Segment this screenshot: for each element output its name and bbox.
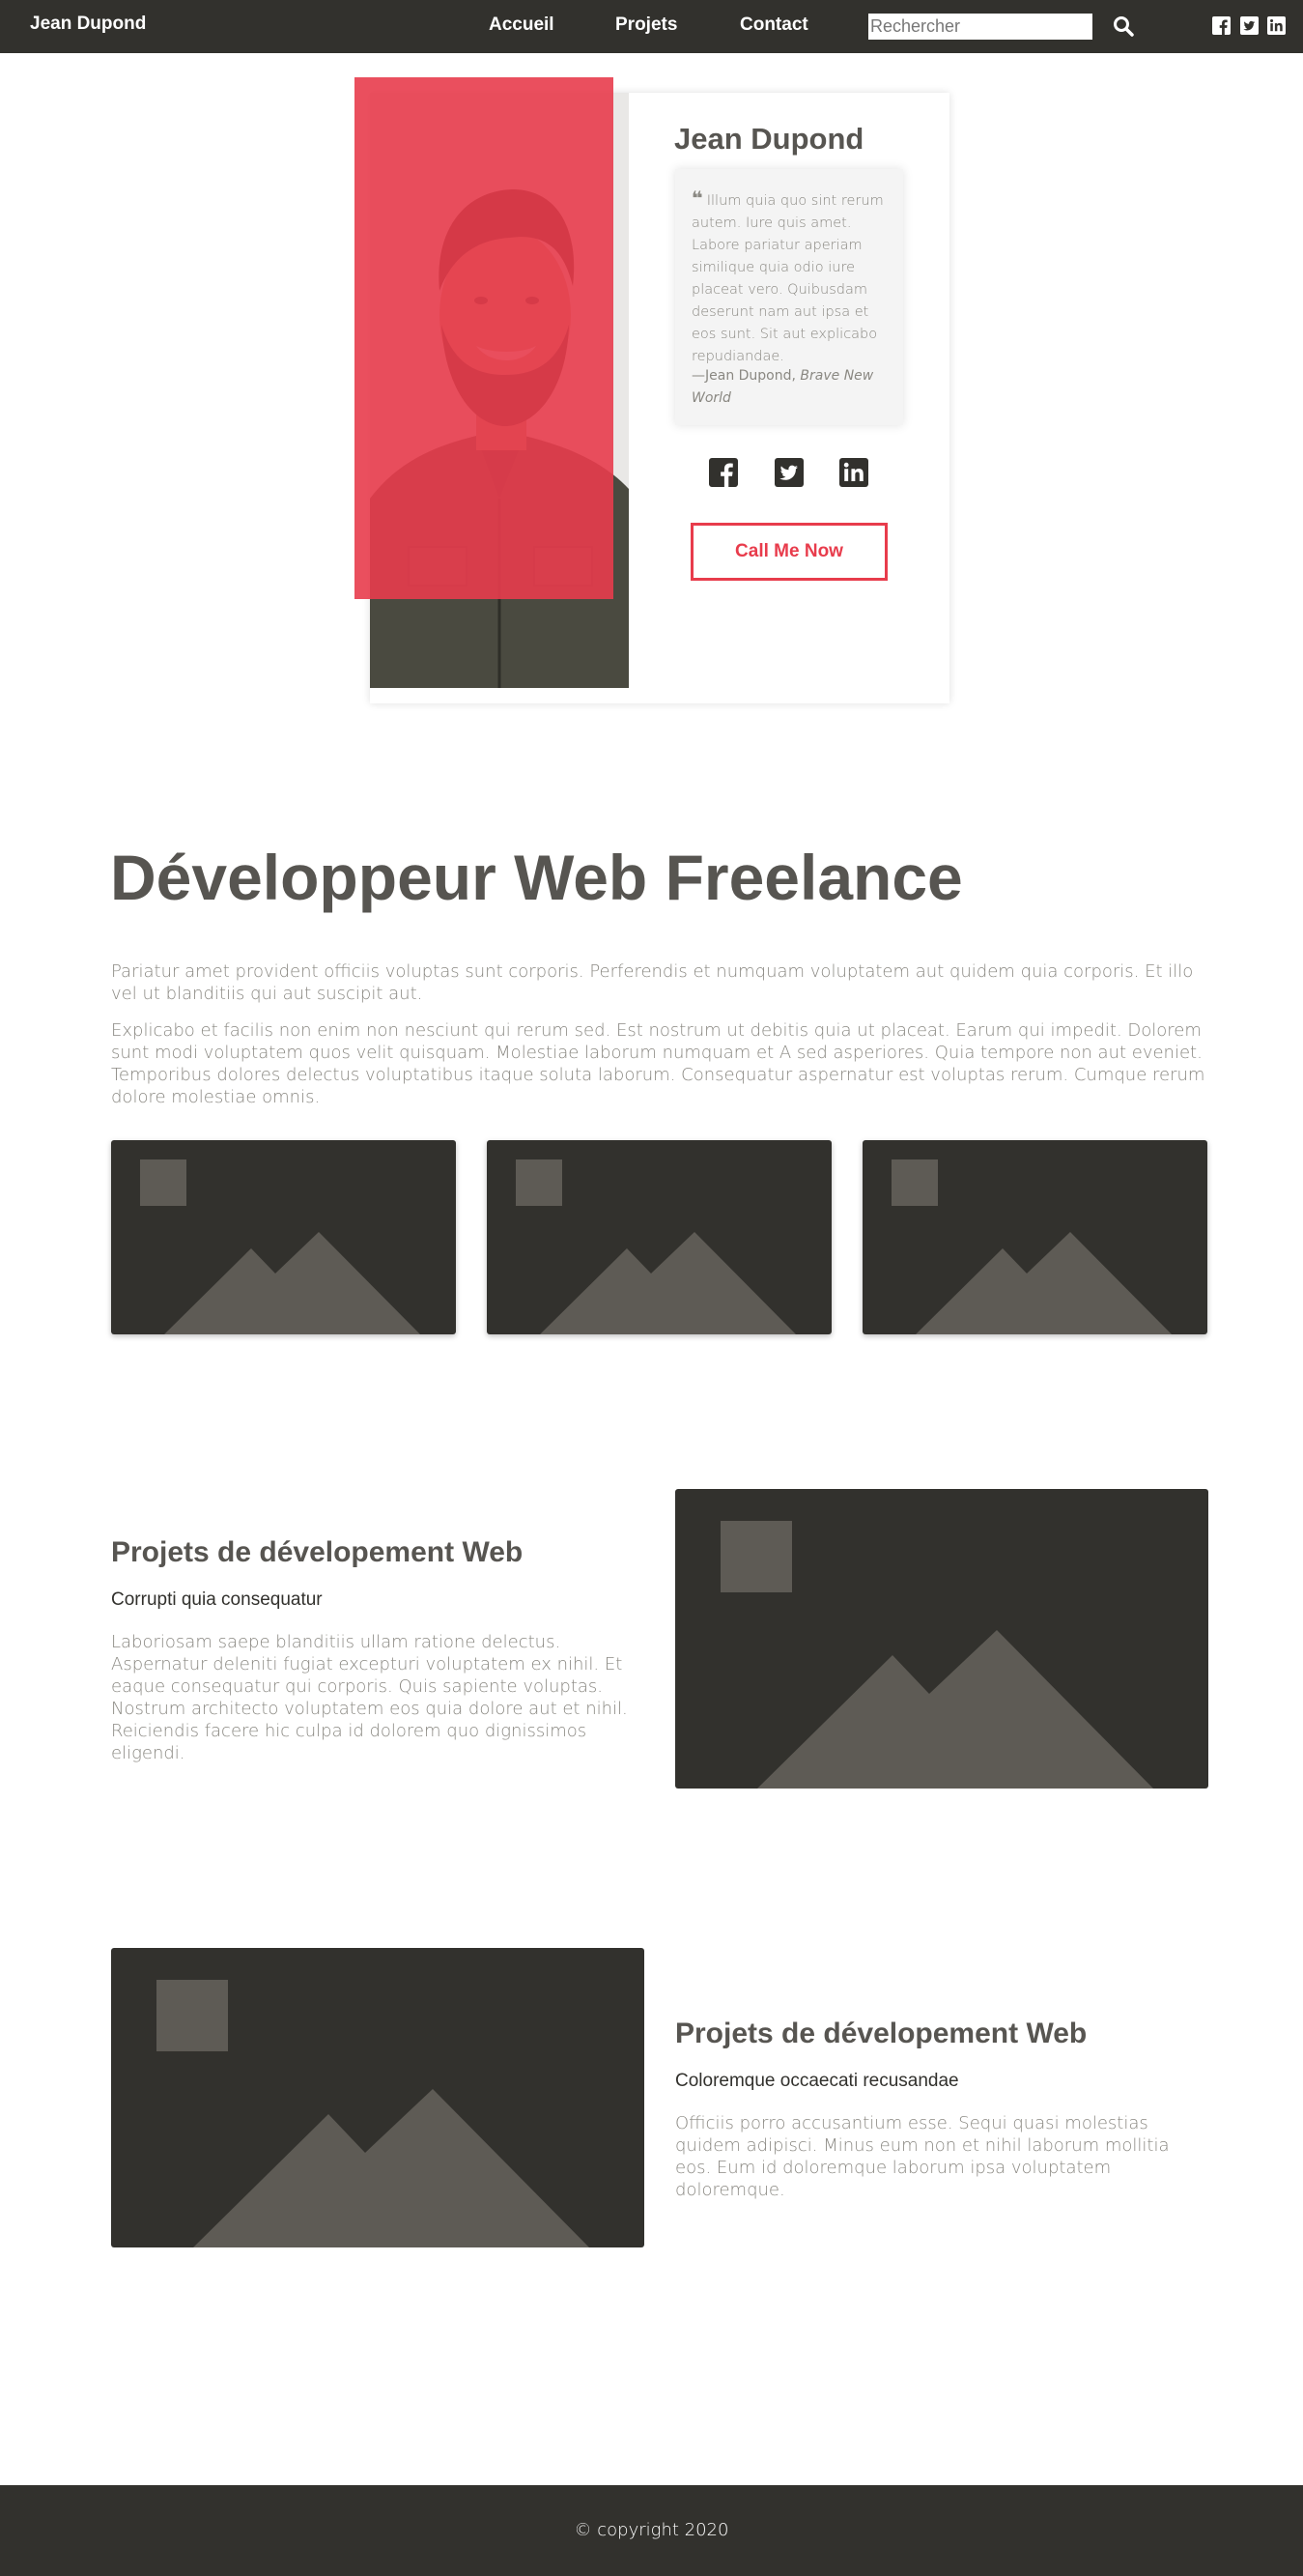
project-2-title: Projets de dévelopement Web xyxy=(675,2018,1088,2049)
project-2-text: Officiis porro accusantium esse. Sequi q… xyxy=(675,2113,1170,2200)
profile-name: Jean Dupond xyxy=(674,122,864,156)
linkedin-icon[interactable] xyxy=(1267,16,1286,35)
copyright-text: © copyright 2020 xyxy=(574,2520,729,2540)
quote-text: ❝ Illum quia quo sint rerum autem. Iure q… xyxy=(692,187,891,368)
project-1-image[interactable] xyxy=(675,1489,1208,1789)
facebook-icon[interactable] xyxy=(709,458,738,487)
intro-paragraph-1: Pariatur amet provident officiis volupta… xyxy=(111,961,1194,1004)
project-2-subtitle: Coloremque occaecati recusandae xyxy=(675,2071,959,2091)
nav-link-contact[interactable]: Contact xyxy=(740,14,808,36)
quote-author-name: —Jean Dupond, xyxy=(692,368,796,384)
intro-paragraph-2: Explicabo et facilis non enim non nesciu… xyxy=(111,1020,1205,1107)
nav-link-accueil[interactable]: Accueil xyxy=(489,14,554,36)
quote-icon: ❝ xyxy=(692,186,703,210)
quote-author: —Jean Dupond, Brave New World xyxy=(692,365,891,410)
search-input[interactable] xyxy=(868,14,1092,40)
project-1-subtitle: Corrupti quia consequatur xyxy=(111,1589,323,1610)
twitter-icon[interactable] xyxy=(1240,16,1259,35)
nav-link-projets[interactable]: Projets xyxy=(615,14,677,36)
facebook-icon[interactable] xyxy=(1212,16,1231,35)
quote-body: Illum quia quo sint rerum autem. Iure qu… xyxy=(692,193,884,364)
page-title: Développeur Web Freelance xyxy=(110,842,963,913)
project-1-text: Laboriosam saepe blanditiis ullam ration… xyxy=(111,1632,628,1763)
search-icon[interactable] xyxy=(1112,14,1135,38)
top-navbar: Jean Dupond Accueil Projets Contact xyxy=(0,0,1303,53)
twitter-icon[interactable] xyxy=(775,458,804,487)
image-placeholder[interactable] xyxy=(111,1140,456,1334)
accent-overlay xyxy=(354,77,613,599)
brand-logo[interactable]: Jean Dupond xyxy=(30,14,146,35)
call-me-now-button[interactable]: Call Me Now xyxy=(691,523,888,581)
image-placeholder[interactable] xyxy=(487,1140,832,1334)
image-placeholder[interactable] xyxy=(863,1140,1207,1334)
linkedin-icon[interactable] xyxy=(839,458,868,487)
project-2-image[interactable] xyxy=(111,1948,644,2247)
project-1-title: Projets de dévelopement Web xyxy=(111,1536,524,1568)
